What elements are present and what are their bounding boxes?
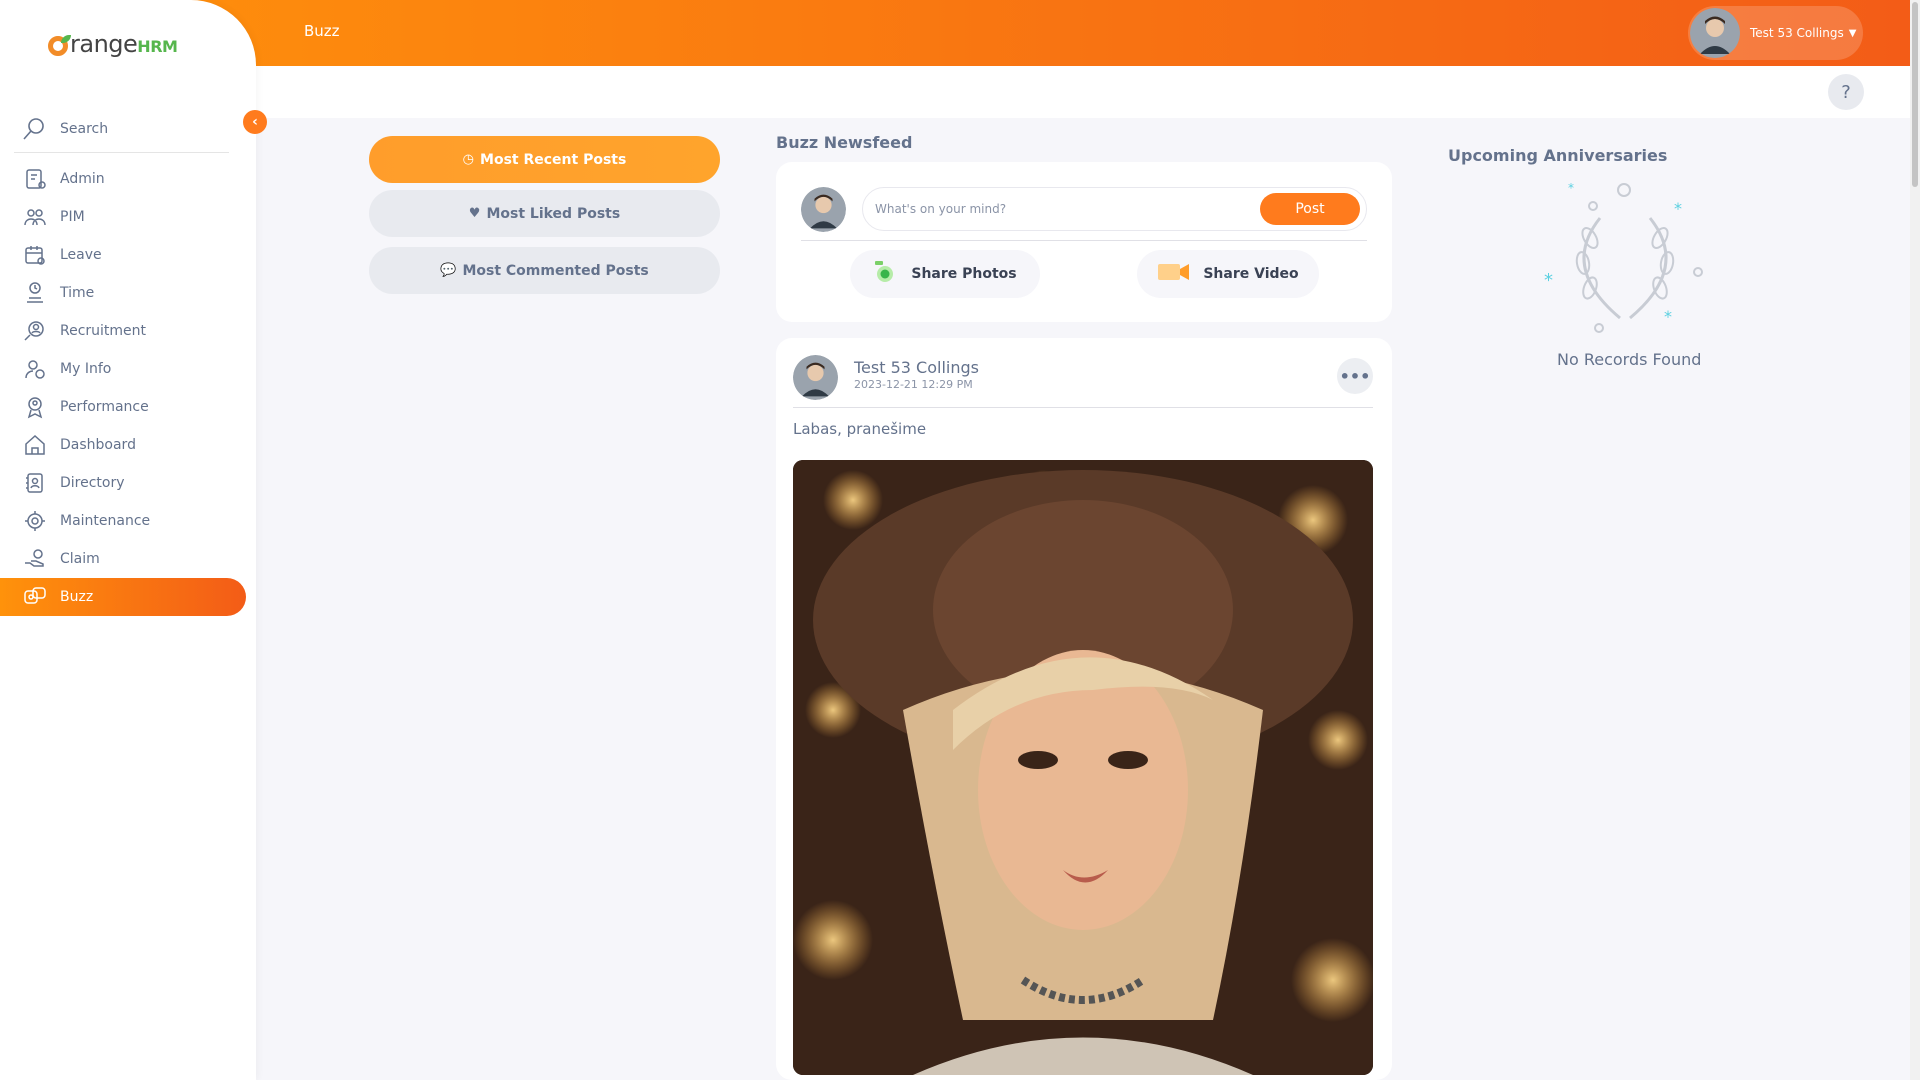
buzz-icon [22, 584, 48, 610]
module-title: Buzz [304, 22, 340, 40]
composer-avatar [801, 187, 846, 232]
post-date: 2023-12-21 12:29 PM [854, 378, 973, 391]
sidebar-item-recruitment[interactable]: Recruitment [0, 312, 256, 350]
admin-icon [22, 166, 48, 192]
post-author-avatar[interactable] [793, 355, 838, 400]
sidebar-item-label: Recruitment [60, 323, 147, 339]
post-text: Labas, pranešime [793, 420, 927, 438]
time-icon [22, 280, 48, 306]
main-menu: Admin PIM Leave Time Recruitment My Info Perfo… [0, 160, 256, 616]
most-recent-posts-label: Most Recent Posts [480, 151, 627, 168]
dashboard-icon [22, 432, 48, 458]
post-button[interactable]: Post [1260, 193, 1360, 225]
performance-icon [22, 394, 48, 420]
post-photo[interactable] [793, 460, 1373, 1075]
sidebar-item-label: Dashboard [60, 437, 136, 453]
sidebar-item-claim[interactable]: Claim [0, 540, 256, 578]
brand-name: range [70, 30, 138, 58]
collapse-sidebar-button[interactable]: ‹ [243, 110, 267, 134]
heart-icon: ♥ [468, 206, 481, 221]
anniversaries-title: Upcoming Anniversaries [1448, 146, 1668, 165]
share-video-button[interactable]: Share Video [1137, 250, 1319, 298]
sidebar-item-maintenance[interactable]: Maintenance [0, 502, 256, 540]
orangehrm-logo: range HRM [48, 30, 178, 58]
sidebar-item-label: Performance [60, 399, 149, 415]
most-commented-posts-button[interactable]: 💬 Most Commented Posts [369, 247, 720, 294]
svg-text:*: * [1568, 181, 1574, 195]
sidebar-item-time[interactable]: Time [0, 274, 256, 312]
sidebar-item-leave[interactable]: Leave [0, 236, 256, 274]
post-divider [793, 407, 1373, 408]
laurel-wreath-icon: * * * * [1544, 181, 1703, 333]
post-composer: What's on your mind? Share Photos Share … [776, 162, 1392, 322]
no-records-text: No Records Found [1557, 350, 1702, 369]
sidebar-item-admin[interactable]: Admin [0, 160, 256, 198]
user-name: Test 53 Collings [1750, 26, 1844, 40]
user-avatar [1690, 8, 1740, 58]
sidebar-item-label: My Info [60, 361, 112, 377]
user-dropdown[interactable]: Test 53 Collings ▼ [1688, 6, 1863, 60]
share-photos-button[interactable]: Share Photos [850, 250, 1040, 298]
sidebar-item-label: Leave [60, 247, 102, 263]
sub-bar [256, 66, 1910, 118]
most-liked-posts-label: Most Liked Posts [486, 205, 621, 222]
clock-icon: ◷ [462, 152, 475, 167]
recruitment-icon [22, 318, 48, 344]
maintenance-icon [22, 508, 48, 534]
video-icon [1157, 261, 1191, 287]
directory-icon [22, 470, 48, 496]
composer-divider [801, 240, 1367, 241]
svg-text:*: * [1674, 199, 1682, 218]
orange-logo-icon [48, 35, 71, 56]
sidebar-item-performance[interactable]: Performance [0, 388, 256, 426]
sidebar-item-dashboard[interactable]: Dashboard [0, 426, 256, 464]
newsfeed-title: Buzz Newsfeed [776, 133, 913, 152]
brand-suffix: HRM [137, 37, 178, 56]
sidebar-item-my-info[interactable]: My Info [0, 350, 256, 388]
sidebar-item-label: Time [60, 285, 95, 301]
camera-icon [873, 260, 899, 288]
most-commented-posts-label: Most Commented Posts [462, 262, 649, 279]
svg-text:*: * [1664, 307, 1672, 326]
sidebar: range HRM Search Admin PIM Leave Time Recrui… [0, 0, 256, 1080]
leave-icon [22, 242, 48, 268]
svg-text:*: * [1544, 270, 1553, 291]
post-options-button[interactable]: ••• [1337, 358, 1373, 394]
share-photos-label: Share Photos [911, 266, 1017, 282]
sidebar-item-label: Buzz [60, 589, 94, 605]
sidebar-item-directory[interactable]: Directory [0, 464, 256, 502]
sidebar-item-label: Directory [60, 475, 125, 491]
post-card: Test 53 Collings 2023-12-21 12:29 PM •••… [776, 338, 1392, 1080]
sidebar-search[interactable]: Search [14, 105, 229, 153]
sidebar-item-label: Admin [60, 171, 105, 187]
share-video-label: Share Video [1203, 266, 1299, 282]
post-author-name: Test 53 Collings [854, 358, 979, 377]
most-liked-posts-button[interactable]: ♥ Most Liked Posts [369, 190, 720, 237]
search-icon [14, 117, 54, 141]
scrollbar-thumb[interactable] [1912, 2, 1918, 187]
top-bar: Buzz Test 53 Collings ▼ [0, 0, 1910, 66]
search-label: Search [60, 120, 109, 137]
help-button[interactable]: ? [1828, 74, 1864, 110]
my-info-icon [22, 356, 48, 382]
pim-icon [22, 204, 48, 230]
sidebar-item-pim[interactable]: PIM [0, 198, 256, 236]
portrait-image [793, 460, 1373, 1075]
comment-icon: 💬 [440, 263, 457, 278]
sidebar-item-buzz[interactable]: Buzz [0, 578, 246, 616]
page-scrollbar[interactable] [1910, 0, 1920, 1080]
sidebar-item-label: Claim [60, 551, 100, 567]
post-input-placeholder: What's on your mind? [875, 202, 1007, 216]
most-recent-posts-button[interactable]: ◷ Most Recent Posts [369, 136, 720, 183]
chevron-down-icon: ▼ [1848, 27, 1857, 39]
sidebar-item-label: PIM [60, 209, 85, 225]
claim-icon [22, 546, 48, 572]
sidebar-item-label: Maintenance [60, 513, 151, 529]
